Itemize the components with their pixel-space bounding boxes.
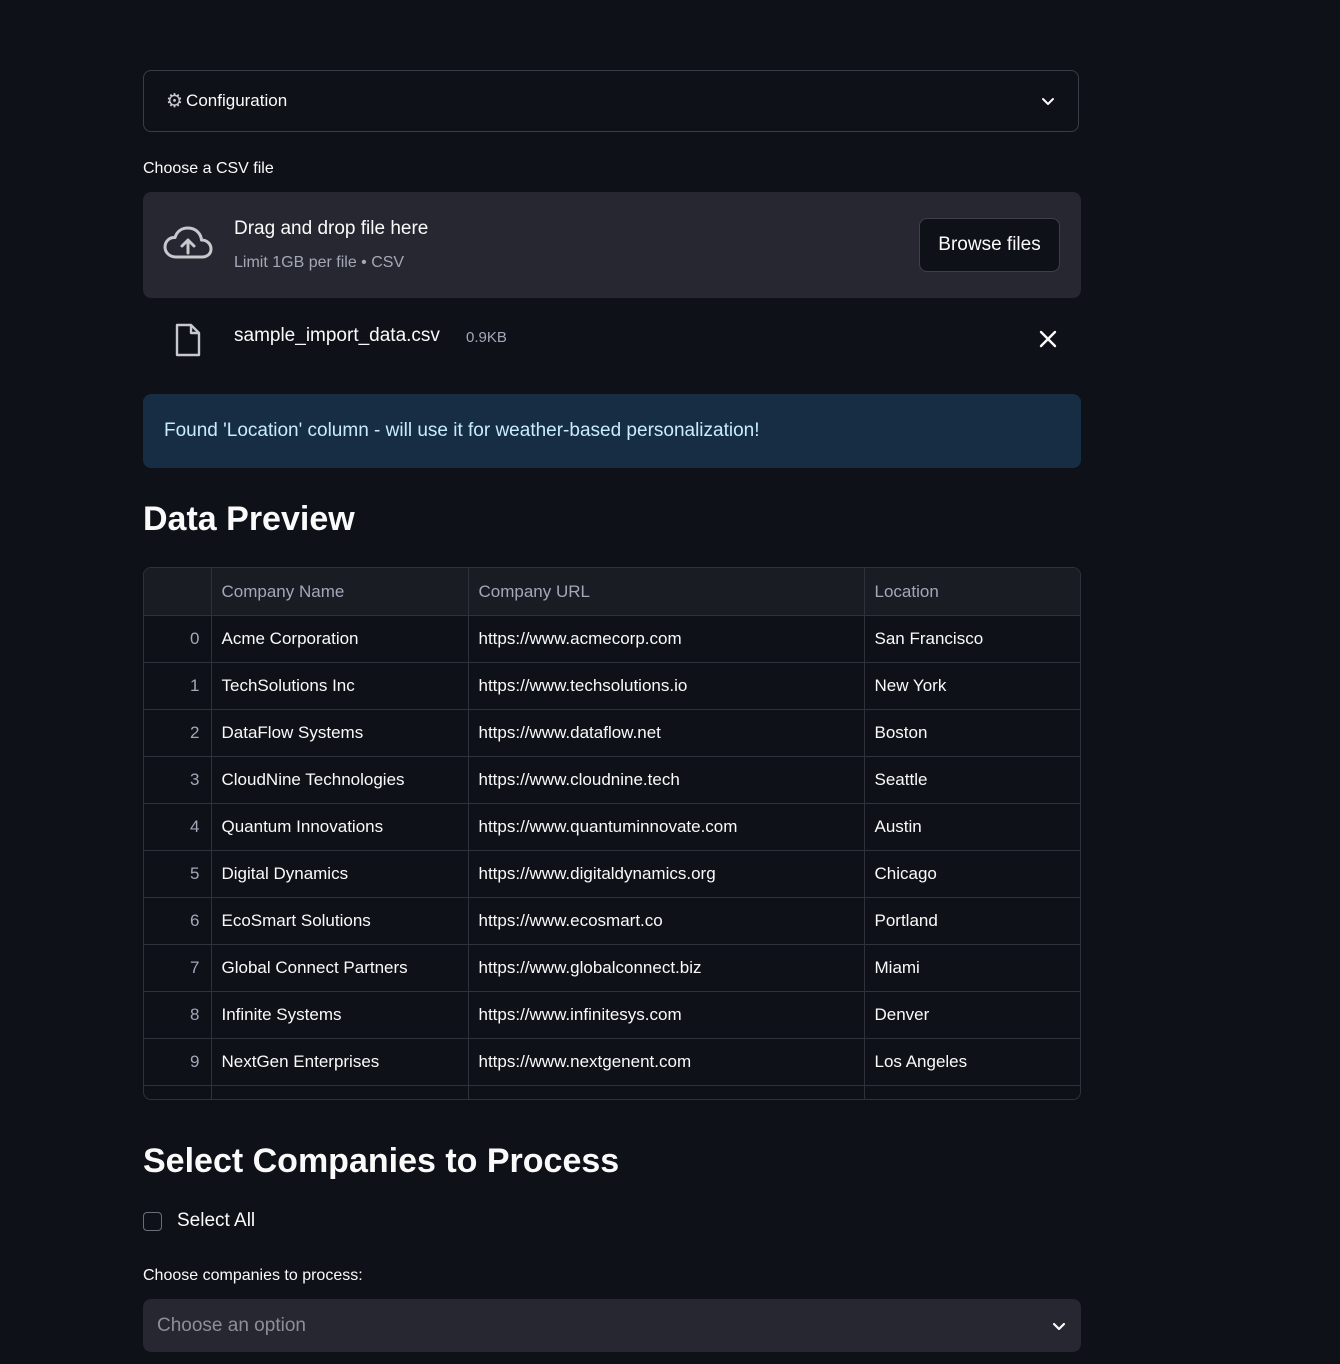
uploaded-file-row: sample_import_data.csv 0.9KB <box>143 312 1081 368</box>
info-alert: Found 'Location' column - will use it fo… <box>143 394 1081 468</box>
multiselect-placeholder: Choose an option <box>157 1314 306 1336</box>
table-row[interactable]: 7 Global Connect Partners https://www.glob… <box>144 944 1080 992</box>
location-cell[interactable]: Boston <box>864 709 1080 757</box>
table-row[interactable]: 3 CloudNine Technologies https://www.cloud… <box>144 756 1080 804</box>
file-dropzone[interactable]: Drag and drop file here Limit 1GB per fi… <box>143 192 1081 298</box>
company-url-cell[interactable]: https://www.digitaldynamics.org <box>468 850 865 898</box>
table-row[interactable]: 5 Digital Dynamics https://www.digitaldyna… <box>144 850 1080 898</box>
row-index[interactable]: 6 <box>144 897 212 945</box>
multiselect-label: Choose companies to process: <box>143 1267 363 1284</box>
table-row-partial <box>144 1085 1080 1099</box>
company-name-cell[interactable]: Acme Corporation <box>211 615 469 663</box>
companies-multiselect[interactable]: Choose an option <box>143 1299 1081 1352</box>
table-row[interactable]: 4 Quantum Innovations https://www.quantumi… <box>144 803 1080 851</box>
uploader-label: Choose a CSV file <box>143 160 274 177</box>
data-preview-table[interactable]: Company Name Company URL Location 0 Acme … <box>143 567 1081 1100</box>
table-body: 0 Acme Corporation https://www.acmecorp.co… <box>144 615 1080 1099</box>
table-row[interactable]: 9 NextGen Enterprises https://www.nextgene… <box>144 1038 1080 1086</box>
row-index[interactable]: 8 <box>144 991 212 1039</box>
row-index[interactable]: 7 <box>144 944 212 992</box>
company-name-cell[interactable]: Quantum Innovations <box>211 803 469 851</box>
location-cell[interactable]: Chicago <box>864 850 1080 898</box>
location-cell[interactable]: Seattle <box>864 756 1080 804</box>
location-cell[interactable]: Denver <box>864 991 1080 1039</box>
data-preview-heading: Data Preview <box>143 500 355 538</box>
remove-file-icon[interactable] <box>1039 330 1057 353</box>
configuration-label: Configuration <box>186 91 288 110</box>
row-index[interactable]: 5 <box>144 850 212 898</box>
cloud-upload-icon <box>163 226 213 267</box>
table-row[interactable]: 8 Infinite Systems https://www.infinitesys… <box>144 991 1080 1039</box>
location-cell[interactable]: San Francisco <box>864 615 1080 663</box>
select-all-label: Select All <box>177 1210 256 1231</box>
company-name-cell[interactable]: Infinite Systems <box>211 991 469 1039</box>
browse-files-button[interactable]: Browse files <box>919 218 1060 272</box>
table-cell-partial <box>864 1085 1080 1099</box>
uploaded-file-name: sample_import_data.csv <box>234 325 440 346</box>
location-cell[interactable]: Miami <box>864 944 1080 992</box>
table-cell-partial <box>468 1085 865 1099</box>
chevron-down-icon <box>1051 1318 1067 1334</box>
company-name-cell[interactable]: CloudNine Technologies <box>211 756 469 804</box>
configuration-expander[interactable]: ⚙ Configuration <box>143 70 1079 132</box>
table-row[interactable]: 6 EcoSmart Solutions https://www.ecosmart.… <box>144 897 1080 945</box>
location-cell[interactable]: Los Angeles <box>864 1038 1080 1086</box>
row-index[interactable]: 1 <box>144 662 212 710</box>
file-icon <box>173 323 203 362</box>
table-row[interactable]: 0 Acme Corporation https://www.acmecorp.co… <box>144 615 1080 663</box>
company-url-cell[interactable]: https://www.techsolutions.io <box>468 662 865 710</box>
table-cell-partial <box>211 1085 469 1099</box>
company-url-cell[interactable]: https://www.acmecorp.com <box>468 615 865 663</box>
column-header-company-name[interactable]: Company Name <box>211 568 469 616</box>
column-header-location[interactable]: Location <box>864 568 1080 616</box>
select-all-checkbox[interactable] <box>143 1211 162 1231</box>
company-url-cell[interactable]: https://www.cloudnine.tech <box>468 756 865 804</box>
company-name-cell[interactable]: DataFlow Systems <box>211 709 469 757</box>
company-name-cell[interactable]: Global Connect Partners <box>211 944 469 992</box>
column-header-index[interactable] <box>144 568 212 616</box>
company-name-cell[interactable]: EcoSmart Solutions <box>211 897 469 945</box>
column-header-company-url[interactable]: Company URL <box>468 568 865 616</box>
company-url-cell[interactable]: https://www.globalconnect.biz <box>468 944 865 992</box>
row-index[interactable]: 2 <box>144 709 212 757</box>
table-cell-partial <box>144 1085 212 1099</box>
company-url-cell[interactable]: https://www.dataflow.net <box>468 709 865 757</box>
company-name-cell[interactable]: NextGen Enterprises <box>211 1038 469 1086</box>
chevron-down-icon <box>1040 93 1056 109</box>
location-cell[interactable]: Portland <box>864 897 1080 945</box>
dropzone-title: Drag and drop file here <box>234 218 429 239</box>
row-index[interactable]: 0 <box>144 615 212 663</box>
row-index[interactable]: 4 <box>144 803 212 851</box>
company-name-cell[interactable]: TechSolutions Inc <box>211 662 469 710</box>
table-row[interactable]: 1 TechSolutions Inc https://www.techsoluti… <box>144 662 1080 710</box>
company-url-cell[interactable]: https://www.quantuminnovate.com <box>468 803 865 851</box>
table-header-row: Company Name Company URL Location <box>144 568 1080 616</box>
row-index[interactable]: 9 <box>144 1038 212 1086</box>
select-companies-heading: Select Companies to Process <box>143 1142 620 1180</box>
table-row[interactable]: 2 DataFlow Systems https://www.dataflow.ne… <box>144 709 1080 757</box>
dropzone-subtitle: Limit 1GB per file • CSV <box>234 254 405 271</box>
company-url-cell[interactable]: https://www.ecosmart.co <box>468 897 865 945</box>
company-url-cell[interactable]: https://www.nextgenent.com <box>468 1038 865 1086</box>
uploaded-file-size: 0.9KB <box>466 329 507 346</box>
info-alert-text: Found 'Location' column - will use it fo… <box>164 420 760 441</box>
row-index[interactable]: 3 <box>144 756 212 804</box>
select-all-checkbox-row[interactable]: Select All <box>143 1210 255 1232</box>
company-name-cell[interactable]: Digital Dynamics <box>211 850 469 898</box>
location-cell[interactable]: New York <box>864 662 1080 710</box>
gear-icon: ⚙ <box>166 90 184 112</box>
company-url-cell[interactable]: https://www.infinitesys.com <box>468 991 865 1039</box>
location-cell[interactable]: Austin <box>864 803 1080 851</box>
